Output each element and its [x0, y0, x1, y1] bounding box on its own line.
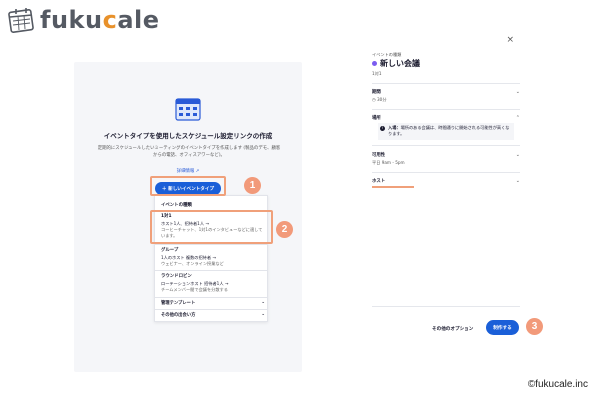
chevron-down-icon: ⌄: [261, 312, 265, 317]
divider: [372, 109, 520, 110]
callout-badge-2: 2: [276, 221, 293, 238]
duration-value: ◷ 30分: [372, 97, 387, 102]
new-event-form-panel: × イベントの種類 新しい会議 1対1 期間 ⌄ ◷ 30分 場所 ⌃ ! 入場…: [372, 33, 522, 345]
chevron-down-icon[interactable]: ⌄: [516, 89, 520, 95]
close-icon[interactable]: ×: [506, 35, 514, 45]
chevron-down-icon[interactable]: ⌄: [516, 178, 520, 184]
chevron-down-icon[interactable]: ⌄: [516, 152, 520, 158]
host-section-label[interactable]: ホスト: [372, 178, 385, 184]
callout-badge-3: 3: [526, 318, 543, 335]
event-type-round-robin[interactable]: ラウンドロビン ローテーションホスト 招待者1人 → チームメンバー間で会議を分…: [161, 274, 265, 293]
location-warning: ! 入場：場所のある会議は、時間通りに開始される可能性が高くなります。: [378, 123, 514, 140]
chevron-down-icon: ⌄: [261, 300, 265, 305]
create-button[interactable]: 制作する: [486, 320, 519, 335]
host-highlight-bar: [372, 186, 414, 188]
event-color-dot: [372, 61, 377, 66]
dropdown-header: イベントの種類: [161, 203, 192, 208]
callout-badge-1: 1: [244, 177, 261, 194]
event-type-group[interactable]: グループ 1人のホスト 複数の招待者 → ウェビナー、オンライン授業など: [161, 248, 265, 267]
page-title: イベントタイプを使用したスケジュール設定リンクの作成: [103, 132, 273, 140]
other-ways-row[interactable]: その他の出会い方 ⌄: [161, 312, 265, 318]
calendar-illustration-icon: [175, 98, 201, 121]
divider: [155, 270, 267, 271]
callout-highlight-1: [150, 176, 226, 196]
more-options-button[interactable]: その他のオプション: [432, 326, 473, 332]
divider: [372, 145, 520, 146]
divider: [372, 172, 520, 173]
duration-section-label[interactable]: 期間: [372, 89, 381, 95]
fukucale-logo: fukucale: [8, 6, 160, 34]
event-name: 新しい会議: [372, 58, 420, 69]
chevron-up-icon[interactable]: ⌃: [516, 115, 520, 121]
logo-text: fukucale: [40, 6, 160, 34]
callout-highlight-2: [150, 210, 273, 244]
divider: [155, 309, 267, 310]
availability-section-label[interactable]: 可用性: [372, 152, 385, 158]
divider: [155, 297, 267, 298]
copyright-credit: ©fukucale.inc: [527, 379, 588, 390]
footer-divider: [372, 306, 520, 307]
calendar-logo-icon: [8, 8, 34, 33]
event-kind: 1対1: [372, 71, 382, 76]
location-section-label[interactable]: 場所: [372, 115, 381, 121]
info-icon: !: [380, 125, 385, 131]
divider: [155, 244, 267, 245]
availability-value: 平日 9am - 5pm: [372, 160, 405, 165]
managed-templates-row[interactable]: 管理テンプレート ⌄: [161, 300, 265, 306]
learn-more-link[interactable]: 詳細情報 ↗: [74, 168, 302, 174]
divider: [372, 83, 520, 84]
page-description: 定期的にスケジュールしたいミーティングのイベントタイプを作成します (製品のデモ…: [97, 146, 281, 158]
